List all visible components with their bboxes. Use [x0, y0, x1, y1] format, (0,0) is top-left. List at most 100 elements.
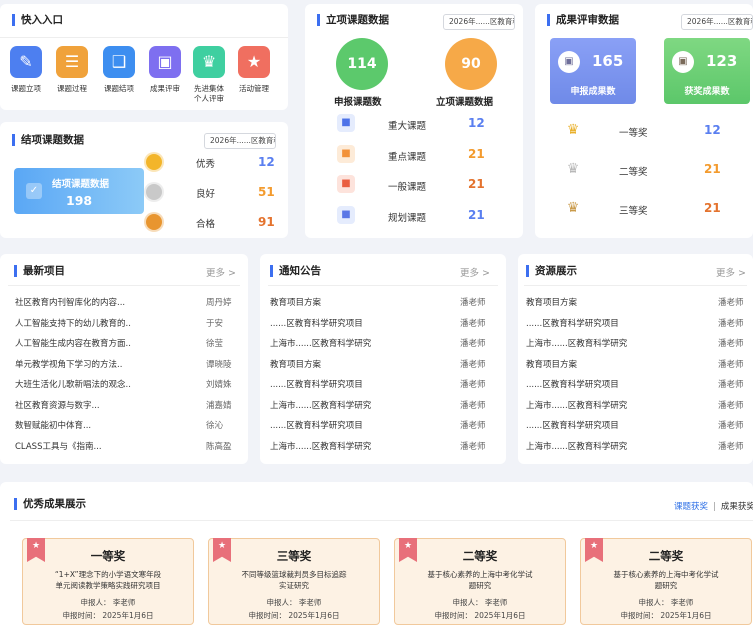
resource-item-author: 潘老师 [718, 400, 744, 411]
review-data-card: 成果评审数据 2026年......区教育科 ▣ 165 申报成果数 ▣ 123… [535, 4, 753, 238]
award-level-label: 三等奖 [619, 206, 648, 217]
award-card[interactable]: ★ 二等奖 基于核心素养的上海中考化学试 题研究 申报人： 李老师 申报时间： 2025… [394, 538, 566, 625]
resource-item-title[interactable]: 上海市......区教育科学研究 [526, 440, 627, 452]
quick-entry-item[interactable]: ❑ 课题结项 [96, 46, 142, 94]
approved-count-circle: 90 [445, 38, 497, 90]
resource-item-title[interactable]: 上海市......区教育科学研究 [526, 399, 627, 411]
star-icon: ★ [238, 46, 270, 78]
award-date: 申报时间： 2025年1月6日 [248, 611, 340, 620]
notice-item-author: 潘老师 [460, 359, 486, 370]
resource-item-title[interactable]: 教育项目方案 [526, 296, 577, 308]
notice-item-title[interactable]: ......区教育科学研究项目 [270, 317, 363, 329]
resource-item-author: 潘老师 [718, 421, 744, 431]
latest-item-title[interactable]: CLASS工具与《指南... [15, 440, 102, 452]
quick-entry-item[interactable]: ✎ 课题立项 [3, 46, 49, 94]
project-category-icon: ■ [337, 206, 355, 224]
latest-projects-title: 最新项目 [14, 265, 65, 277]
quick-entry-item[interactable]: ★ 活动管理 [231, 46, 277, 94]
notice-item-title[interactable]: 教育项目方案 [270, 358, 321, 370]
declared-results-label: 申报成果数 [570, 87, 616, 97]
resources-title: 资源展示 [526, 265, 577, 277]
resource-item-title[interactable]: 教育项目方案 [526, 358, 577, 370]
showcase-card: 优秀成果展示 课题获奖 | 成果获奖 ★ 一等奖 “1+X”理念下的小学语文寒年段 单元… [0, 482, 753, 630]
notice-item-title[interactable]: 上海市......区教育科学研究 [270, 337, 371, 349]
closing-year-select[interactable]: 2026年......区教育科 [204, 133, 276, 149]
latest-item-title[interactable]: 数智赋能初中体育... [15, 419, 91, 431]
showcase-title: 优秀成果展示 [14, 498, 86, 510]
notice-item-author: 潘老师 [460, 421, 486, 431]
notice-item-author: 潘老师 [460, 318, 486, 329]
latest-item-author: 徐沁 [206, 421, 224, 431]
pen-icon: ✎ [10, 46, 42, 78]
project-category-icon: ■ [337, 114, 355, 132]
project-year-select[interactable]: 2026年......区教育科 [443, 14, 515, 30]
closing-grade-value: 51 [258, 185, 275, 199]
notice-item-author: 潘老师 [460, 298, 486, 308]
notice-item-title[interactable]: ......区教育科学研究项目 [270, 419, 363, 431]
notice-item-author: 潘老师 [460, 380, 486, 390]
closing-box-label: 结项课题数据 [52, 179, 110, 190]
quick-entry-item[interactable]: ☰ 课题过程 [49, 46, 95, 94]
quick-entry-label: 课题过程 [57, 84, 87, 93]
project-category-label: 一般课题 [388, 182, 427, 193]
latest-item-title[interactable]: 人工智能生成内容在教育方面.. [15, 337, 131, 349]
latest-item-title[interactable]: 单元教学视角下学习的方法.. [15, 358, 122, 370]
trophy-icon: ♛ [566, 161, 580, 177]
latest-item-title[interactable]: 社区教育内刊智库化的内容... [15, 296, 125, 308]
showcase-tabs: 课题获奖 | 成果获奖 [674, 500, 753, 512]
tab-result-awards[interactable]: 成果获奖 [721, 502, 753, 512]
quick-entry-label: 课题立项 [11, 84, 41, 93]
latest-item-author: 刘婧姝 [206, 380, 232, 390]
closing-grade-value: 91 [258, 215, 275, 229]
notice-item-title[interactable]: ......区教育科学研究项目 [270, 378, 363, 390]
approved-label: 立项课题数据 [436, 97, 494, 108]
notices-title: 通知公告 [270, 265, 321, 277]
closing-box-value: 198 [66, 193, 93, 208]
award-card[interactable]: ★ 三等奖 不同等级篮球裁判员多目标追踪 实证研究 申报人： 李老师 申报时间： 202… [208, 538, 380, 625]
notice-item-title[interactable]: 教育项目方案 [270, 296, 321, 308]
quick-entry-item[interactable]: ♛ 先进集体 个人评审 [186, 46, 232, 104]
resource-item-author: 潘老师 [718, 298, 744, 308]
tab-separator: | [713, 502, 716, 512]
latest-item-author: 于安 [206, 318, 224, 329]
award-title: 基于核心素养的上海中考化学试 题研究 [613, 570, 719, 590]
review-year-select[interactable]: 2026年......区教育科 [681, 14, 753, 30]
awarded-results-box: ▣ 123 获奖成果数 [664, 38, 750, 104]
document-search-icon: ☰ [56, 46, 88, 78]
award-card[interactable]: ★ 一等奖 “1+X”理念下的小学语文寒年段 单元阅读教学策略实践研究项目 申报人： … [22, 538, 194, 625]
resources-more-link[interactable]: 更多 > [716, 265, 746, 279]
award-level-value: 21 [704, 201, 721, 215]
tab-project-awards[interactable]: 课题获奖 [674, 502, 708, 512]
medal-icon [146, 214, 162, 230]
resource-item-title[interactable]: ......区教育科学研究项目 [526, 378, 619, 390]
resource-item-title[interactable]: ......区教育科学研究项目 [526, 419, 619, 431]
folder-icon: ▣ [558, 51, 580, 73]
latest-item-title[interactable]: 社区教育资源与数字... [15, 399, 100, 411]
review-data-title: 成果评审数据 [547, 14, 619, 26]
notice-item-title[interactable]: 上海市......区教育科学研究 [270, 399, 371, 411]
folder-icon: ▣ [149, 46, 181, 78]
award-applicant: 申报人： 李老师 [266, 598, 322, 607]
latest-item-author: 谭晓陵 [206, 359, 232, 370]
project-category-label: 重点课题 [388, 152, 427, 163]
quick-entry-item[interactable]: ▣ 成果评审 [142, 46, 188, 94]
notices-more-link[interactable]: 更多 > [460, 265, 490, 279]
award-applicant: 申报人： 李老师 [80, 598, 136, 607]
award-title: 基于核心素养的上海中考化学试 题研究 [427, 570, 533, 590]
project-category-icon: ■ [337, 145, 355, 163]
award-level: 一等奖 [90, 549, 126, 563]
resource-item-title[interactable]: ......区教育科学研究项目 [526, 317, 619, 329]
latest-item-title[interactable]: 大班生活化儿歌新唱法的观念.. [15, 378, 131, 390]
resource-item-title[interactable]: 上海市......区教育科学研究 [526, 337, 627, 349]
latest-item-title[interactable]: 人工智能支持下的幼儿教育的.. [15, 317, 131, 329]
award-date: 申报时间： 2025年1月6日 [62, 611, 154, 620]
project-category-value: 12 [468, 116, 485, 130]
notices-card: 通知公告 更多 > 教育项目方案 潘老师 ......区教育科学研究项目 潘老师 上海市… [260, 254, 506, 464]
latest-more-link[interactable]: 更多 > [206, 265, 236, 279]
award-level: 二等奖 [462, 549, 498, 563]
award-level-label: 一等奖 [619, 128, 648, 139]
project-data-title: 立项课题数据 [317, 14, 389, 26]
award-card[interactable]: ★ 二等奖 基于核心素养的上海中考化学试 题研究 申报人： 李老师 申报时间： 2025… [580, 538, 752, 625]
notice-item-title[interactable]: 上海市......区教育科学研究 [270, 440, 371, 452]
resource-item-author: 潘老师 [718, 339, 744, 349]
